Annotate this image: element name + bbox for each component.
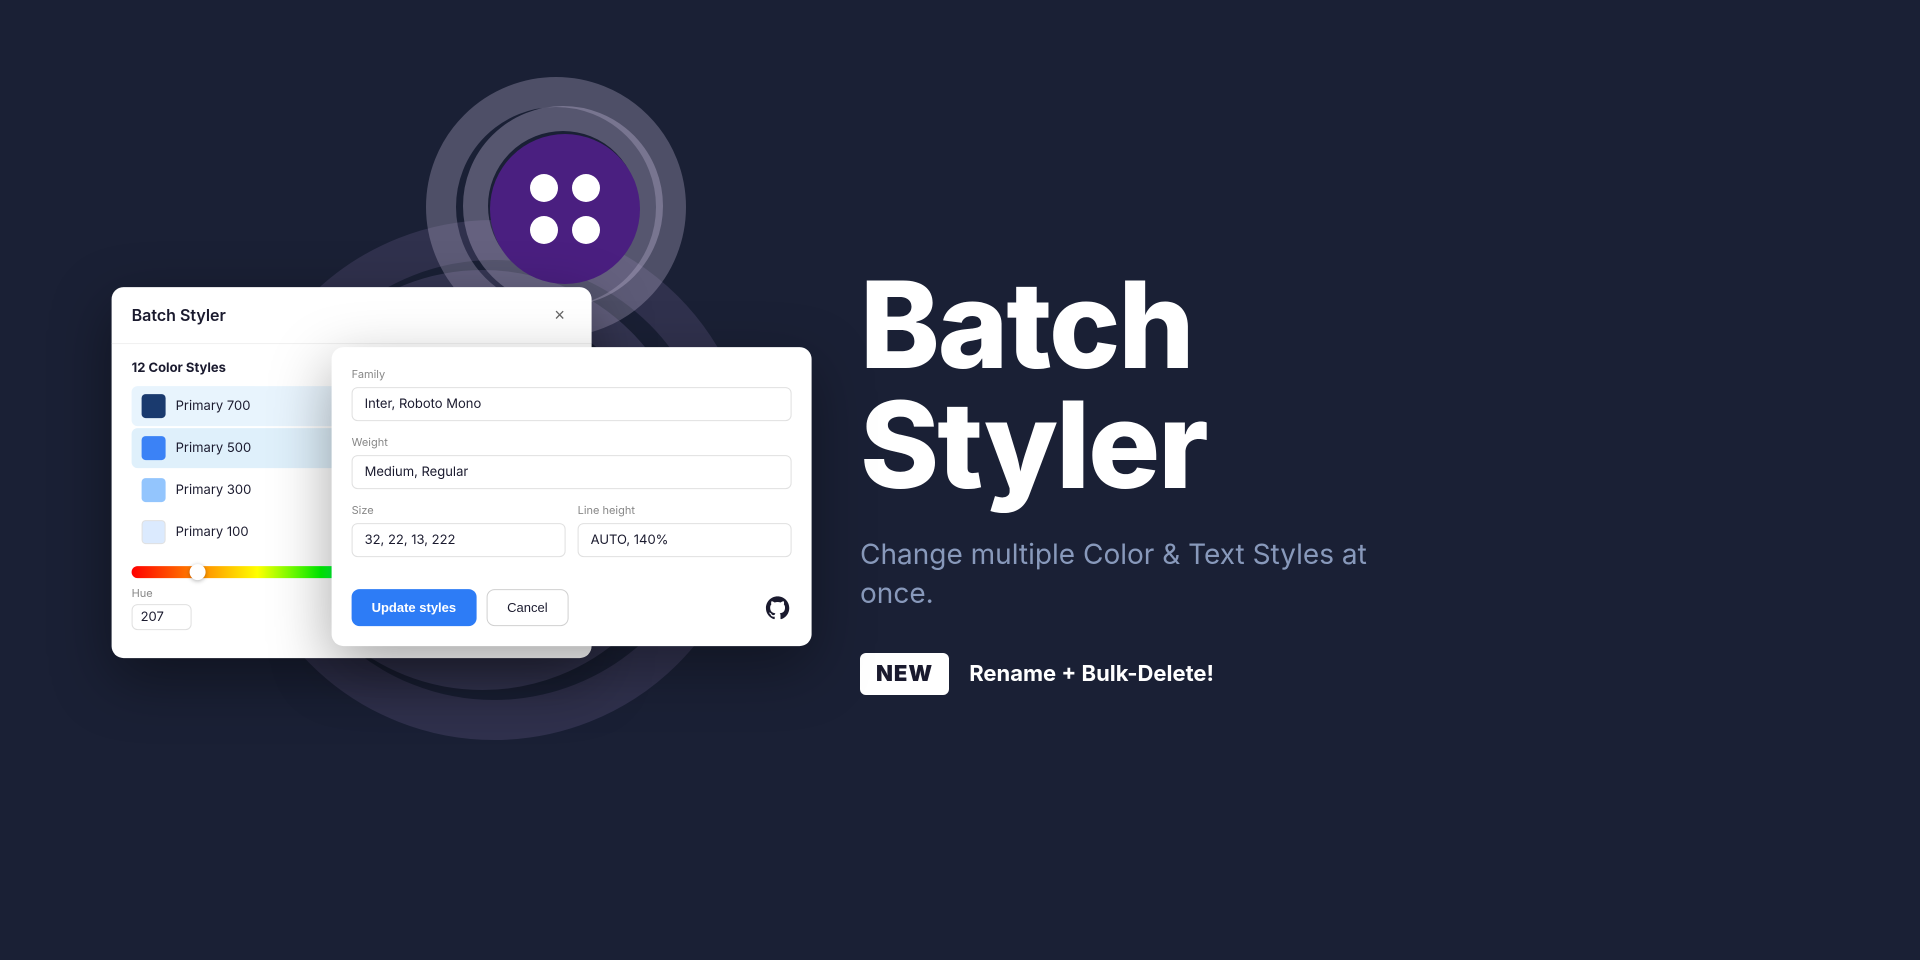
figma-dot-1 [530, 174, 558, 202]
github-icon[interactable] [764, 594, 792, 622]
new-badge: NEW [860, 653, 949, 695]
size-lineheight-row: Size 32, 22, 13, 222 Line height AUTO, 1… [352, 503, 792, 571]
right-section: Batch Styler Change multiple Color & Tex… [780, 205, 1920, 755]
color-swatch-primary500 [142, 436, 166, 460]
weight-group: Weight Medium, Regular [352, 435, 792, 489]
figma-dot-3 [530, 216, 558, 244]
hue-thumb[interactable] [190, 564, 206, 580]
size-group: Size 32, 22, 13, 222 [352, 503, 566, 557]
update-styles-button[interactable]: Update styles [352, 589, 477, 626]
hero-subtitle: Change multiple Color & Text Styles at o… [860, 535, 1420, 613]
dialog-header: Batch Styler × [112, 287, 592, 344]
action-row: Update styles Cancel [352, 589, 792, 626]
color-swatch-primary100 [142, 520, 166, 544]
new-feature-text: Rename + Bulk-Delete! [969, 661, 1214, 687]
figma-icon-circle [490, 134, 640, 284]
size-label: Size [352, 503, 566, 517]
figma-dots [530, 174, 600, 244]
new-badge-row: NEW Rename + Bulk-Delete! [860, 653, 1840, 695]
weight-label: Weight [352, 435, 792, 449]
figma-dot-4 [572, 216, 600, 244]
lineheight-group: Line height AUTO, 140% [578, 503, 792, 557]
family-label: Family [352, 367, 792, 381]
color-name-primary300: Primary 300 [176, 482, 252, 498]
dialog-title: Batch Styler [132, 305, 226, 325]
weight-value[interactable]: Medium, Regular [352, 455, 792, 489]
family-group: Family Inter, Roboto Mono [352, 367, 792, 421]
color-name-primary100: Primary 100 [176, 524, 249, 540]
hue-input[interactable]: 207 [132, 604, 192, 630]
btn-group: Update styles Cancel [352, 589, 569, 626]
hero-title: Batch Styler [860, 265, 1840, 505]
hero-title-line2: Styler [860, 372, 1207, 517]
left-section: Batch Styler × 12 Color Styles Primary 7… [0, 0, 780, 960]
color-name-primary500: Primary 500 [176, 440, 252, 456]
color-name-primary700: Primary 700 [176, 398, 251, 414]
family-value[interactable]: Inter, Roboto Mono [352, 387, 792, 421]
cancel-button[interactable]: Cancel [486, 589, 568, 626]
close-button[interactable]: × [548, 303, 572, 327]
figma-dot-2 [572, 174, 600, 202]
dialog-container: Batch Styler × 12 Color Styles Primary 7… [112, 287, 592, 658]
text-panel: Family Inter, Roboto Mono Weight Medium,… [332, 347, 812, 646]
lineheight-label: Line height [578, 503, 792, 517]
lineheight-value[interactable]: AUTO, 140% [578, 523, 792, 557]
color-swatch-primary300 [142, 478, 166, 502]
color-swatch-primary700 [142, 394, 166, 418]
size-value[interactable]: 32, 22, 13, 222 [352, 523, 566, 557]
